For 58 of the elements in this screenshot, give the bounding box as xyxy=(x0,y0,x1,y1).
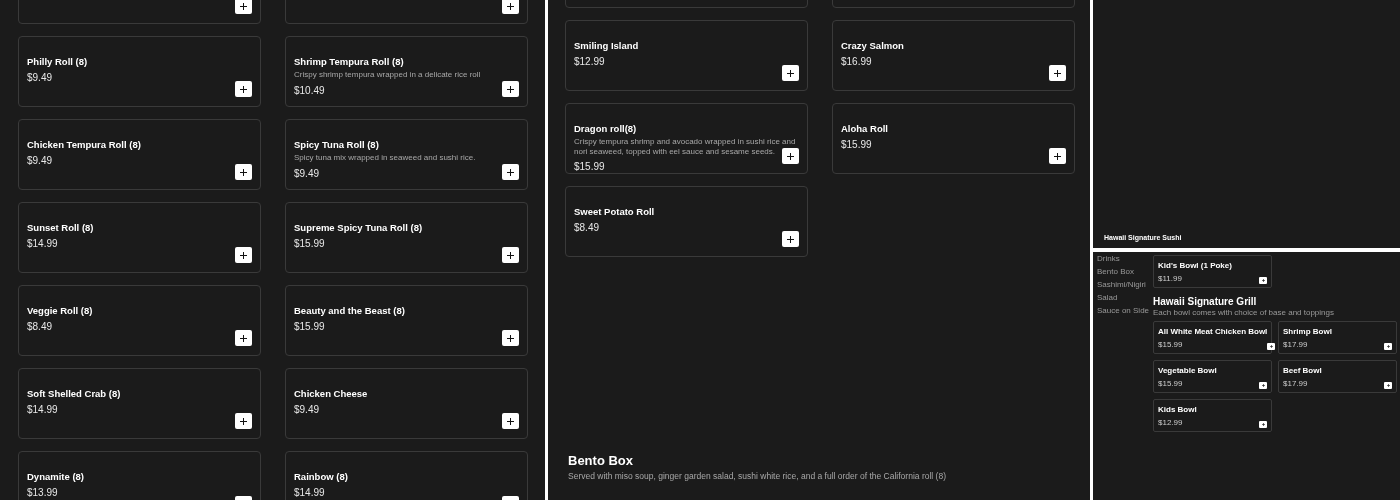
section-title: Hawaii Signature Grill xyxy=(1153,296,1258,307)
item-price: $15.99 xyxy=(574,161,606,172)
item-name: Philly Roll (8) xyxy=(27,56,89,67)
item-price: $9.49 xyxy=(27,155,54,166)
item-price: $8.49 xyxy=(27,321,54,332)
item-price: $12.99 xyxy=(574,56,606,67)
item-name: Kids Bowl xyxy=(1158,404,1198,414)
item-name: Chicken Cheese xyxy=(294,388,369,399)
item-name: Veggie Roll (8) xyxy=(27,305,94,316)
item-price: $15.99 xyxy=(841,139,873,150)
item-price: $15.99 xyxy=(1158,378,1184,388)
section-description: Served with miso soup, ginger garden salad, sushi white rice, and a full order of the California roll (8) xyxy=(568,471,947,481)
item-description: Crispy shrimp tempura wrapped in a delicate rice roll xyxy=(294,70,482,80)
item-price: $13.99 xyxy=(27,487,59,498)
section-title: Bento Box xyxy=(568,453,634,468)
section-description: Each bowl comes with choice of base and toppings xyxy=(1153,308,1335,317)
item-description: Crispy tempura shrimp and avocado wrapped in sushi rice and nori seaweed, topped with eel sauce and sesame seeds. xyxy=(574,137,796,156)
item-name: Rainbow (8) xyxy=(294,471,349,482)
item-price: $15.99 xyxy=(294,321,326,332)
item-price: $14.99 xyxy=(27,238,59,249)
item-price: $9.49 xyxy=(294,404,321,415)
item-name: All White Meat Chicken Bowl xyxy=(1158,326,1268,336)
item-price: $15.99 xyxy=(1158,339,1184,349)
item-price: $10.49 xyxy=(294,84,326,96)
item-name: Sweet Potato Roll xyxy=(574,206,656,217)
item-name: Shrimp Bowl xyxy=(1283,326,1333,336)
item-name: Vegetable Bowl xyxy=(1158,365,1218,375)
item-name: Beauty and the Beast (8) xyxy=(294,305,406,316)
sidebar-item[interactable]: Salad xyxy=(1097,293,1153,302)
item-price: $8.49 xyxy=(574,222,601,233)
item-price: $17.99 xyxy=(1283,378,1309,388)
item-name: Dragon roll(8) xyxy=(574,123,638,134)
sidebar-item[interactable]: Sauce on Side xyxy=(1097,306,1153,315)
sidebar-item[interactable]: Bento Box xyxy=(1097,267,1153,276)
item-name: Aloha Roll xyxy=(841,123,889,134)
item-price: $11.99 xyxy=(1158,273,1183,283)
item-name: Sunset Roll (8) xyxy=(27,222,95,233)
item-name: Kid's Bowl (1 Poke) xyxy=(1158,260,1233,270)
item-price: $9.49 xyxy=(27,72,54,83)
item-price: $14.99 xyxy=(27,404,59,415)
item-name: Chicken Tempura Roll (8) xyxy=(27,139,142,150)
item-name: Crazy Salmon xyxy=(841,40,905,51)
item-description: Spicy tuna mix wrapped in seaweed and sushi rice. xyxy=(294,153,477,163)
item-price: $16.99 xyxy=(841,56,873,67)
item-price: $14.99 xyxy=(294,487,326,498)
item-price: $17.99 xyxy=(1283,339,1309,349)
item-price: $15.99 xyxy=(294,238,326,249)
item-name: Shrimp Tempura Roll (8) xyxy=(294,56,405,67)
item-name: Beef Bowl xyxy=(1283,365,1323,375)
item-price: $12.99 xyxy=(1158,417,1184,427)
item-name: Spicy Tuna Roll (8) xyxy=(294,139,380,150)
sidebar-item[interactable]: Drinks xyxy=(1097,254,1153,263)
item-name: Dynamite (8) xyxy=(27,471,85,482)
item-price: $9.49 xyxy=(294,167,321,179)
item-name: Smiling Island xyxy=(574,40,640,51)
item-name: Soft Shelled Crab (8) xyxy=(27,388,122,399)
item-name: Supreme Spicy Tuna Roll (8) xyxy=(294,222,424,233)
sidebar-item[interactable]: Sashimi/Nigiri xyxy=(1097,280,1153,289)
